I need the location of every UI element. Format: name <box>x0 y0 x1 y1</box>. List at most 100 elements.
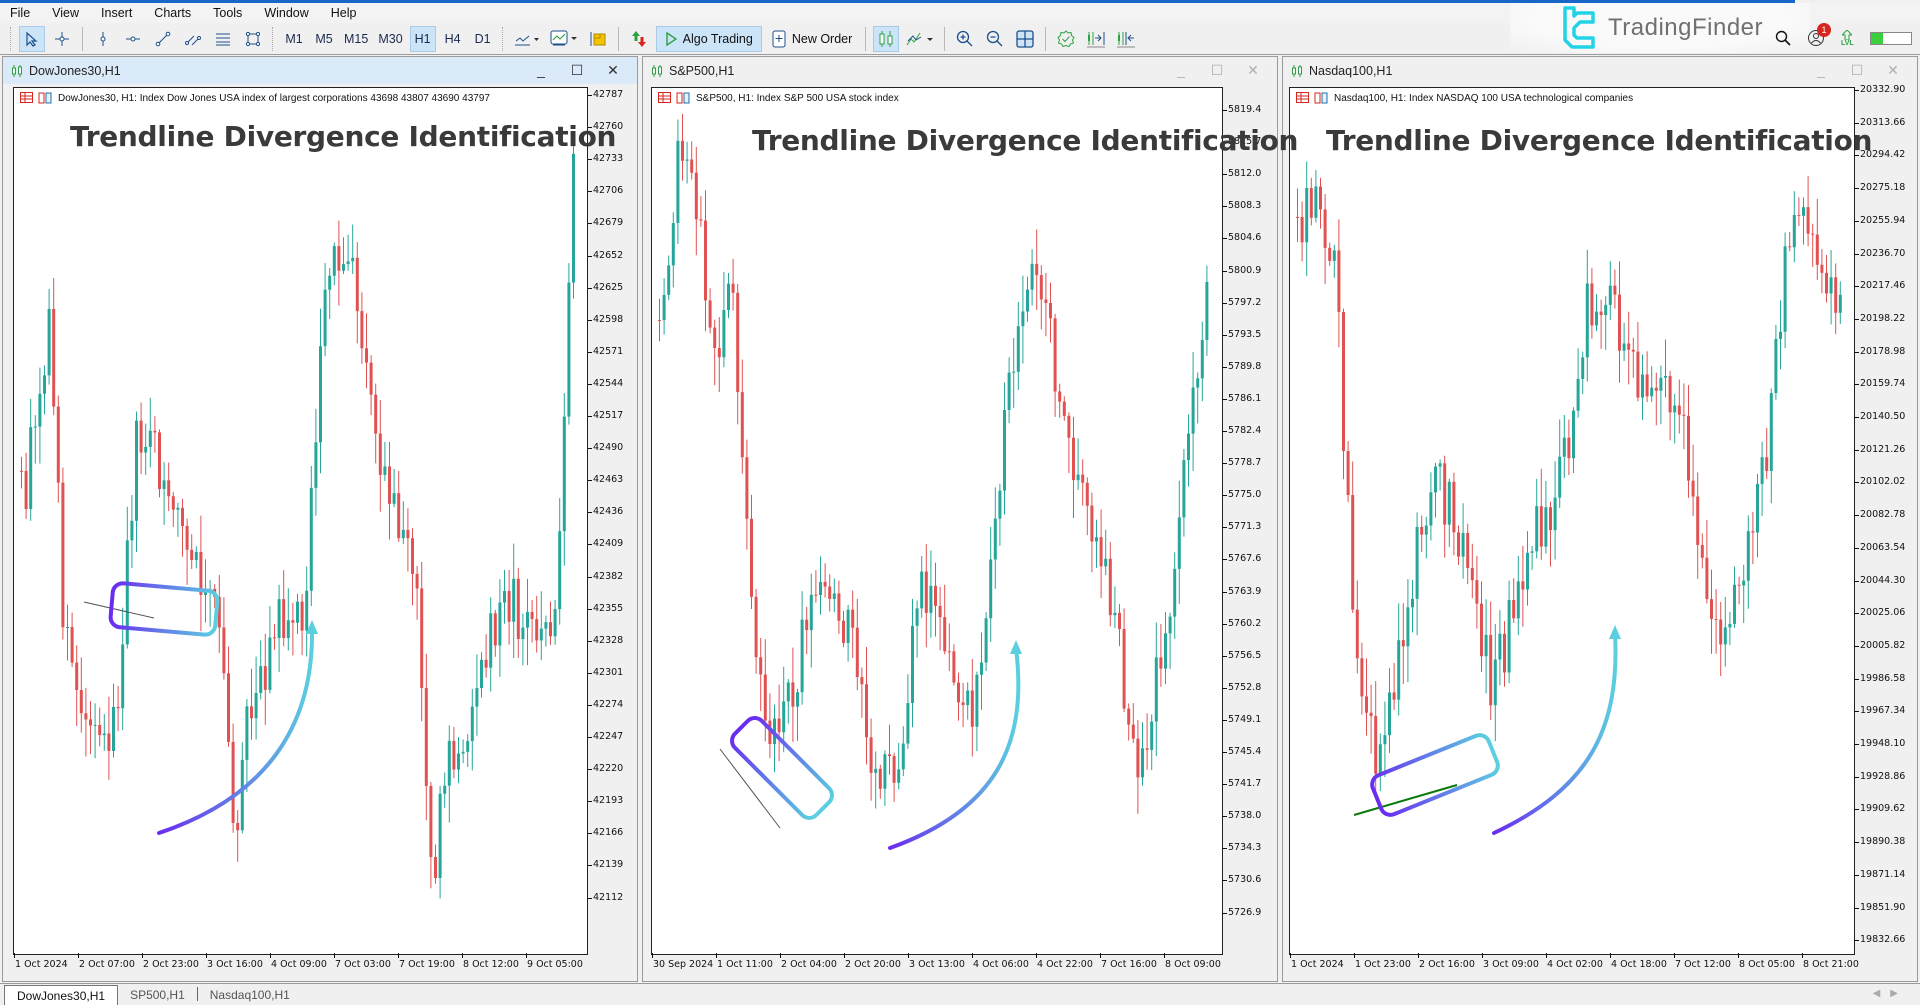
candle <box>1512 578 1516 624</box>
profiles-button[interactable] <box>585 26 611 52</box>
chart-plot-area[interactable]: Nasdaq100, H1: Index NASDAQ 100 USA tech… <box>1289 87 1872 955</box>
candle <box>1191 351 1195 471</box>
chart-window-titlebar[interactable]: Nasdaq100,H1 _ ☐ ✕ <box>1283 57 1917 84</box>
depth-market-icon[interactable] <box>38 92 52 104</box>
timeframe-h1[interactable]: H1 <box>409 25 436 52</box>
candle <box>1466 523 1470 585</box>
candle <box>1792 191 1796 263</box>
chart-type-dropdown[interactable] <box>903 26 937 52</box>
account-button[interactable]: 1 <box>1807 23 1831 47</box>
menu-file[interactable]: File <box>0 6 42 20</box>
price-axis-label: 5745.4 <box>1222 746 1262 757</box>
auto-scroll-button[interactable] <box>1053 26 1079 52</box>
maximize-button[interactable]: ☐ <box>1839 62 1875 79</box>
candle <box>1200 321 1204 402</box>
candle <box>952 644 956 686</box>
candle <box>924 544 928 648</box>
algo-trading-button[interactable]: Algo Trading <box>655 25 762 52</box>
menu-help[interactable]: Help <box>321 6 369 20</box>
chart-plot-area[interactable]: S&P500, H1: Index S&P 500 USA stock inde… <box>651 87 1298 955</box>
crosshair-tool-button[interactable] <box>49 26 75 52</box>
time-axis-label: 1 Oct 2024 <box>1290 953 1344 970</box>
candle <box>447 725 451 823</box>
price-axis-label: 19909.62 <box>1854 803 1906 815</box>
timeframe-m1[interactable]: M1 <box>281 26 307 52</box>
candle <box>20 456 23 489</box>
fibonacci-button[interactable] <box>210 26 236 52</box>
candlestick-chart-button[interactable] <box>873 25 900 52</box>
templates-dropdown[interactable] <box>547 26 581 52</box>
time-axis-label: 30 Sep 2024 <box>651 953 714 970</box>
time-axis-label: 3 Oct 09:00 <box>1482 953 1539 970</box>
candle <box>328 267 332 319</box>
trade-arrows-button[interactable] <box>626 26 652 52</box>
candle <box>1526 531 1529 606</box>
candle <box>254 656 258 740</box>
chart-window-title: S&P500,H1 <box>669 63 735 78</box>
menu-insert[interactable]: Insert <box>91 6 144 20</box>
candle <box>722 272 726 368</box>
chart-window-0[interactable]: DowJones30,H1 _ ☐ ✕ DowJones30, H1: Index Do… <box>2 56 638 982</box>
timeframe-m15[interactable]: M15 <box>341 26 371 52</box>
depth-market-icon[interactable] <box>676 92 690 104</box>
shapes-button[interactable] <box>240 26 266 52</box>
maximize-button[interactable]: ☐ <box>559 62 595 79</box>
zoom-in-button[interactable] <box>952 26 978 52</box>
menu-view[interactable]: View <box>42 6 91 20</box>
tab-dowjones30[interactable]: DowJones30,H1 <box>4 985 119 1005</box>
candle <box>1733 566 1736 628</box>
menu-charts[interactable]: Charts <box>144 6 203 20</box>
cursor-tool-button[interactable] <box>19 25 45 52</box>
minimize-button[interactable]: _ <box>1163 62 1199 79</box>
candle <box>671 212 675 288</box>
indicators-dropdown[interactable] <box>511 26 543 52</box>
scroll-end-button[interactable] <box>1113 26 1139 52</box>
horizontal-line-button[interactable] <box>120 26 146 52</box>
close-button[interactable]: ✕ <box>595 62 631 79</box>
price-axis-label: 5749.1 <box>1222 713 1262 725</box>
toolbar-grip[interactable] <box>10 26 13 51</box>
chart-window-2[interactable]: Nasdaq100,H1 _ ☐ ✕ Nasdaq100, H1: Index NASD… <box>1282 56 1918 982</box>
trendline-button[interactable] <box>150 26 176 52</box>
depth-market-icon[interactable] <box>1314 92 1328 104</box>
vertical-line-icon <box>100 31 106 46</box>
menu-tools[interactable]: Tools <box>203 6 254 20</box>
chart-window-titlebar[interactable]: S&P500,H1 _ ☐ ✕ <box>643 57 1277 84</box>
candle <box>1746 515 1750 609</box>
close-button[interactable]: ✕ <box>1235 62 1271 79</box>
trade-panel-icon[interactable] <box>1296 92 1310 104</box>
candle <box>740 359 744 474</box>
chart-plot-area[interactable]: DowJones30, H1: Index Dow Jones USA inde… <box>13 87 616 955</box>
chart-window-1[interactable]: S&P500,H1 _ ☐ ✕ S&P500, H1: Index S&P 500 US… <box>642 56 1298 982</box>
search-icon[interactable] <box>1775 30 1791 46</box>
notification-badge: 1 <box>1817 23 1831 37</box>
zoom-out-button[interactable] <box>982 26 1008 52</box>
tab-sp500[interactable]: SP500,H1 <box>118 985 197 1005</box>
candle <box>1558 419 1562 508</box>
minimize-button[interactable]: _ <box>523 62 559 79</box>
candle <box>489 597 493 692</box>
candle <box>1516 555 1520 636</box>
trade-panel-icon[interactable] <box>20 92 34 104</box>
tab-nasdaq100[interactable]: Nasdaq100,H1 <box>198 985 302 1005</box>
maximize-button[interactable]: ☐ <box>1199 62 1235 79</box>
new-order-button[interactable]: New Order <box>766 26 858 52</box>
timeframe-d1[interactable]: D1 <box>470 26 496 52</box>
timeframe-h4[interactable]: H4 <box>440 26 466 52</box>
timeframe-m30[interactable]: M30 <box>375 26 405 52</box>
equidistant-channel-button[interactable] <box>180 26 206 52</box>
menu-window[interactable]: Window <box>254 6 320 20</box>
candle <box>1360 642 1364 715</box>
trade-panel-icon[interactable] <box>658 92 672 104</box>
candle <box>1581 351 1585 395</box>
timeframe-m5[interactable]: M5 <box>311 26 337 52</box>
chart-window-titlebar[interactable]: DowJones30,H1 _ ☐ ✕ <box>3 57 637 84</box>
divergence-trendline[interactable] <box>83 601 155 619</box>
minimize-button[interactable]: _ <box>1803 62 1839 79</box>
close-button[interactable]: ✕ <box>1875 62 1911 79</box>
tile-windows-button[interactable] <box>1012 26 1038 52</box>
vertical-line-button[interactable] <box>90 26 116 52</box>
tab-scroll-arrows[interactable]: ◀▶ <box>1873 988 1908 999</box>
candle <box>1434 462 1437 518</box>
chart-shift-button[interactable] <box>1083 26 1109 52</box>
